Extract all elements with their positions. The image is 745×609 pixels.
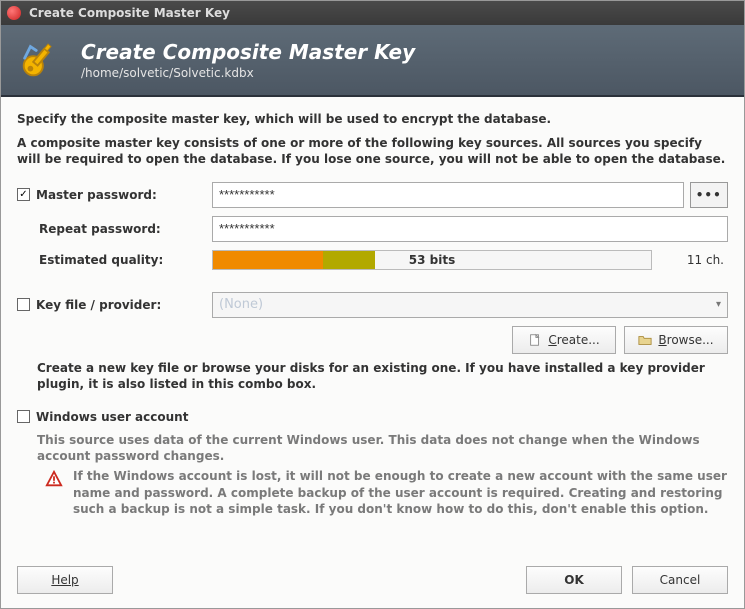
keyfile-label: Key file / provider: [36, 298, 161, 312]
keyfile-section: Key file / provider: (None) ▾ CCreate...… [17, 292, 728, 396]
windows-account-section: Windows user account This source uses da… [17, 410, 728, 517]
intro-line-1: Specify the composite master key, which … [17, 111, 728, 127]
dialog-header: Create Composite Master Key /home/solvet… [1, 25, 744, 97]
chevron-down-icon: ▾ [716, 299, 721, 310]
warning-icon [45, 470, 63, 488]
keyfile-checkbox[interactable] [17, 298, 30, 311]
ok-button[interactable]: OK [526, 566, 622, 594]
repeat-password-label: Repeat password: [39, 222, 161, 236]
intro-line-2: A composite master key consists of one o… [17, 135, 728, 167]
master-password-section: Master password: ••• Repeat password: Es… [17, 182, 728, 278]
windows-account-description: This source uses data of the current Win… [37, 432, 728, 464]
header-path: /home/solvetic/Solvetic.kdbx [81, 66, 415, 80]
windows-account-warning: If the Windows account is lost, it will … [73, 468, 728, 517]
key-icon [17, 37, 63, 83]
master-password-label: Master password: [36, 188, 157, 202]
keyfile-combo[interactable]: (None) ▾ [212, 292, 728, 318]
browse-keyfile-button[interactable]: Browse... [624, 326, 728, 354]
titlebar: Create Composite Master Key [1, 1, 744, 25]
close-icon[interactable] [7, 6, 21, 20]
header-title: Create Composite Master Key [81, 40, 415, 64]
dialog-window: Create Composite Master Key Create Compo… [0, 0, 745, 609]
char-count: 11 ch. [658, 253, 728, 267]
reveal-password-button[interactable]: ••• [690, 182, 728, 208]
create-keyfile-button[interactable]: CCreate...reate... [512, 326, 616, 354]
keyfile-combo-value: (None) [219, 297, 263, 312]
dialog-footer: Help OK Cancel [1, 558, 744, 608]
windows-account-label: Windows user account [36, 410, 188, 424]
quality-bar: 53 bits [212, 250, 652, 270]
windows-account-checkbox[interactable] [17, 410, 30, 423]
help-button[interactable]: Help [17, 566, 113, 594]
cancel-button[interactable]: Cancel [632, 566, 728, 594]
new-file-icon [528, 333, 542, 347]
master-password-checkbox[interactable] [17, 188, 30, 201]
dialog-content: Specify the composite master key, which … [1, 97, 744, 558]
keyfile-description: Create a new key file or browse your dis… [37, 360, 728, 392]
estimated-quality-label: Estimated quality: [39, 253, 163, 267]
window-title: Create Composite Master Key [29, 6, 230, 20]
master-password-input[interactable] [212, 182, 684, 208]
folder-icon [638, 333, 652, 347]
repeat-password-input[interactable] [212, 216, 728, 242]
quality-bits: 53 bits [213, 253, 651, 267]
